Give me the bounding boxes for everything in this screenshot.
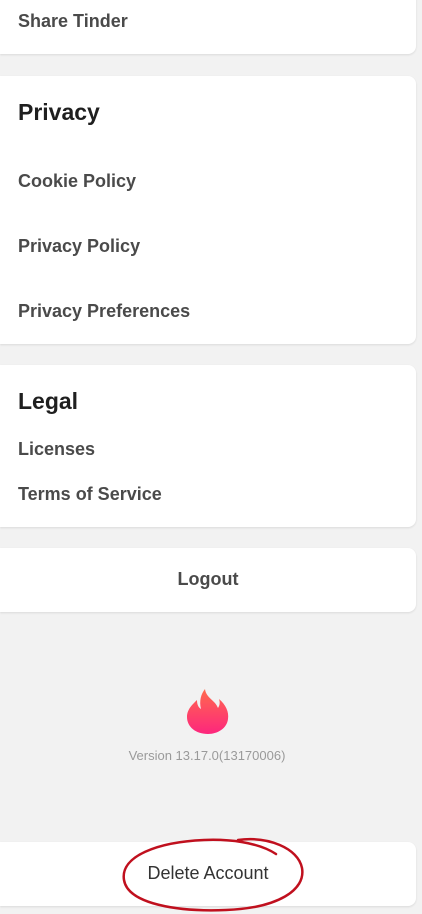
- share-tinder-item[interactable]: Share Tinder: [18, 10, 128, 32]
- privacy-section-title: Privacy: [18, 99, 100, 125]
- privacy-preferences-item[interactable]: Privacy Preferences: [18, 300, 190, 322]
- legal-section-title: Legal: [18, 388, 79, 414]
- tinder-flame-icon: [187, 689, 229, 734]
- version-text: Version 13.17.0(13170006): [128, 748, 286, 763]
- logout-card[interactable]: Logout: [0, 548, 416, 612]
- cookie-policy-item[interactable]: Cookie Policy: [18, 170, 136, 192]
- logout-button[interactable]: Logout: [0, 569, 416, 590]
- privacy-card: Privacy Cookie Policy Privacy Policy Pri…: [0, 76, 416, 344]
- share-card: Share Tinder: [0, 0, 416, 54]
- privacy-policy-item[interactable]: Privacy Policy: [18, 235, 140, 257]
- terms-of-service-item[interactable]: Terms of Service: [18, 483, 162, 505]
- licenses-item[interactable]: Licenses: [18, 438, 95, 460]
- settings-page: Share Tinder Privacy Cookie Policy Priva…: [0, 0, 422, 914]
- delete-account-card[interactable]: Delete Account: [0, 842, 416, 906]
- legal-card: Legal Licenses Terms of Service: [0, 365, 416, 527]
- delete-account-button[interactable]: Delete Account: [0, 863, 416, 884]
